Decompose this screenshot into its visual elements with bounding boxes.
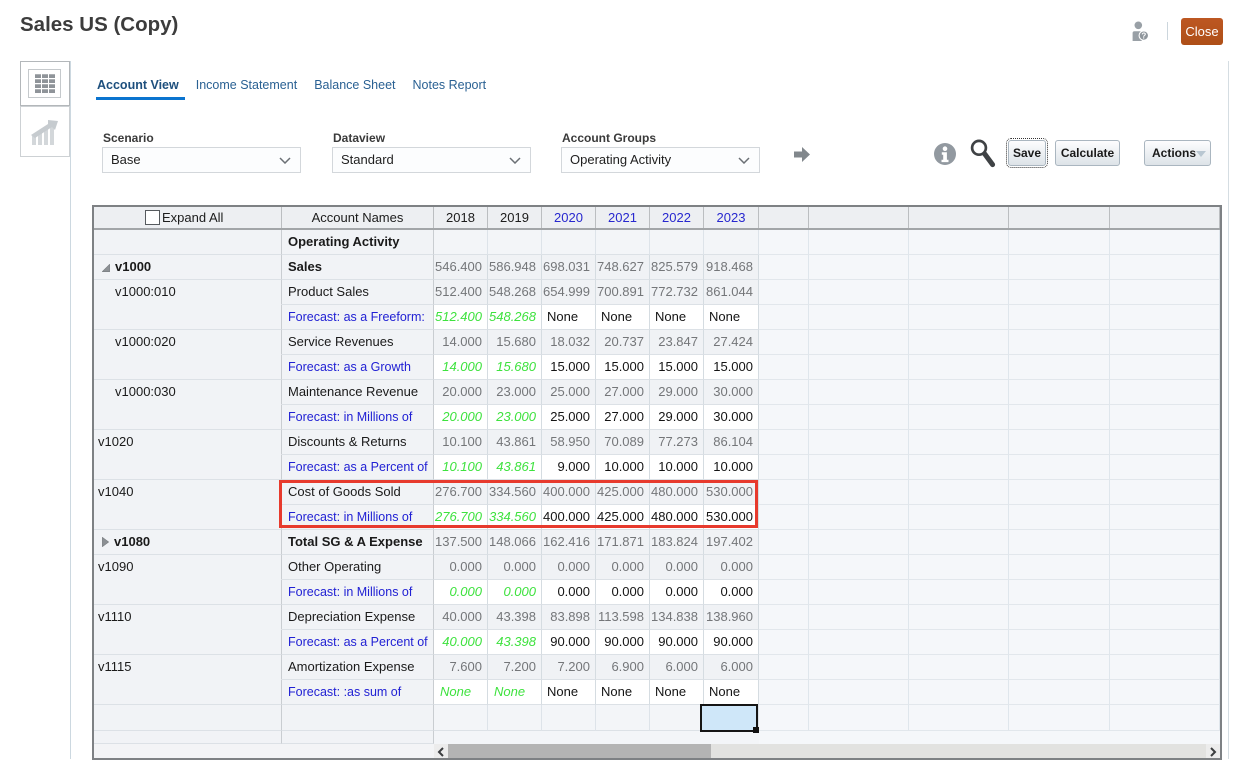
- svg-text:?: ?: [1141, 32, 1146, 41]
